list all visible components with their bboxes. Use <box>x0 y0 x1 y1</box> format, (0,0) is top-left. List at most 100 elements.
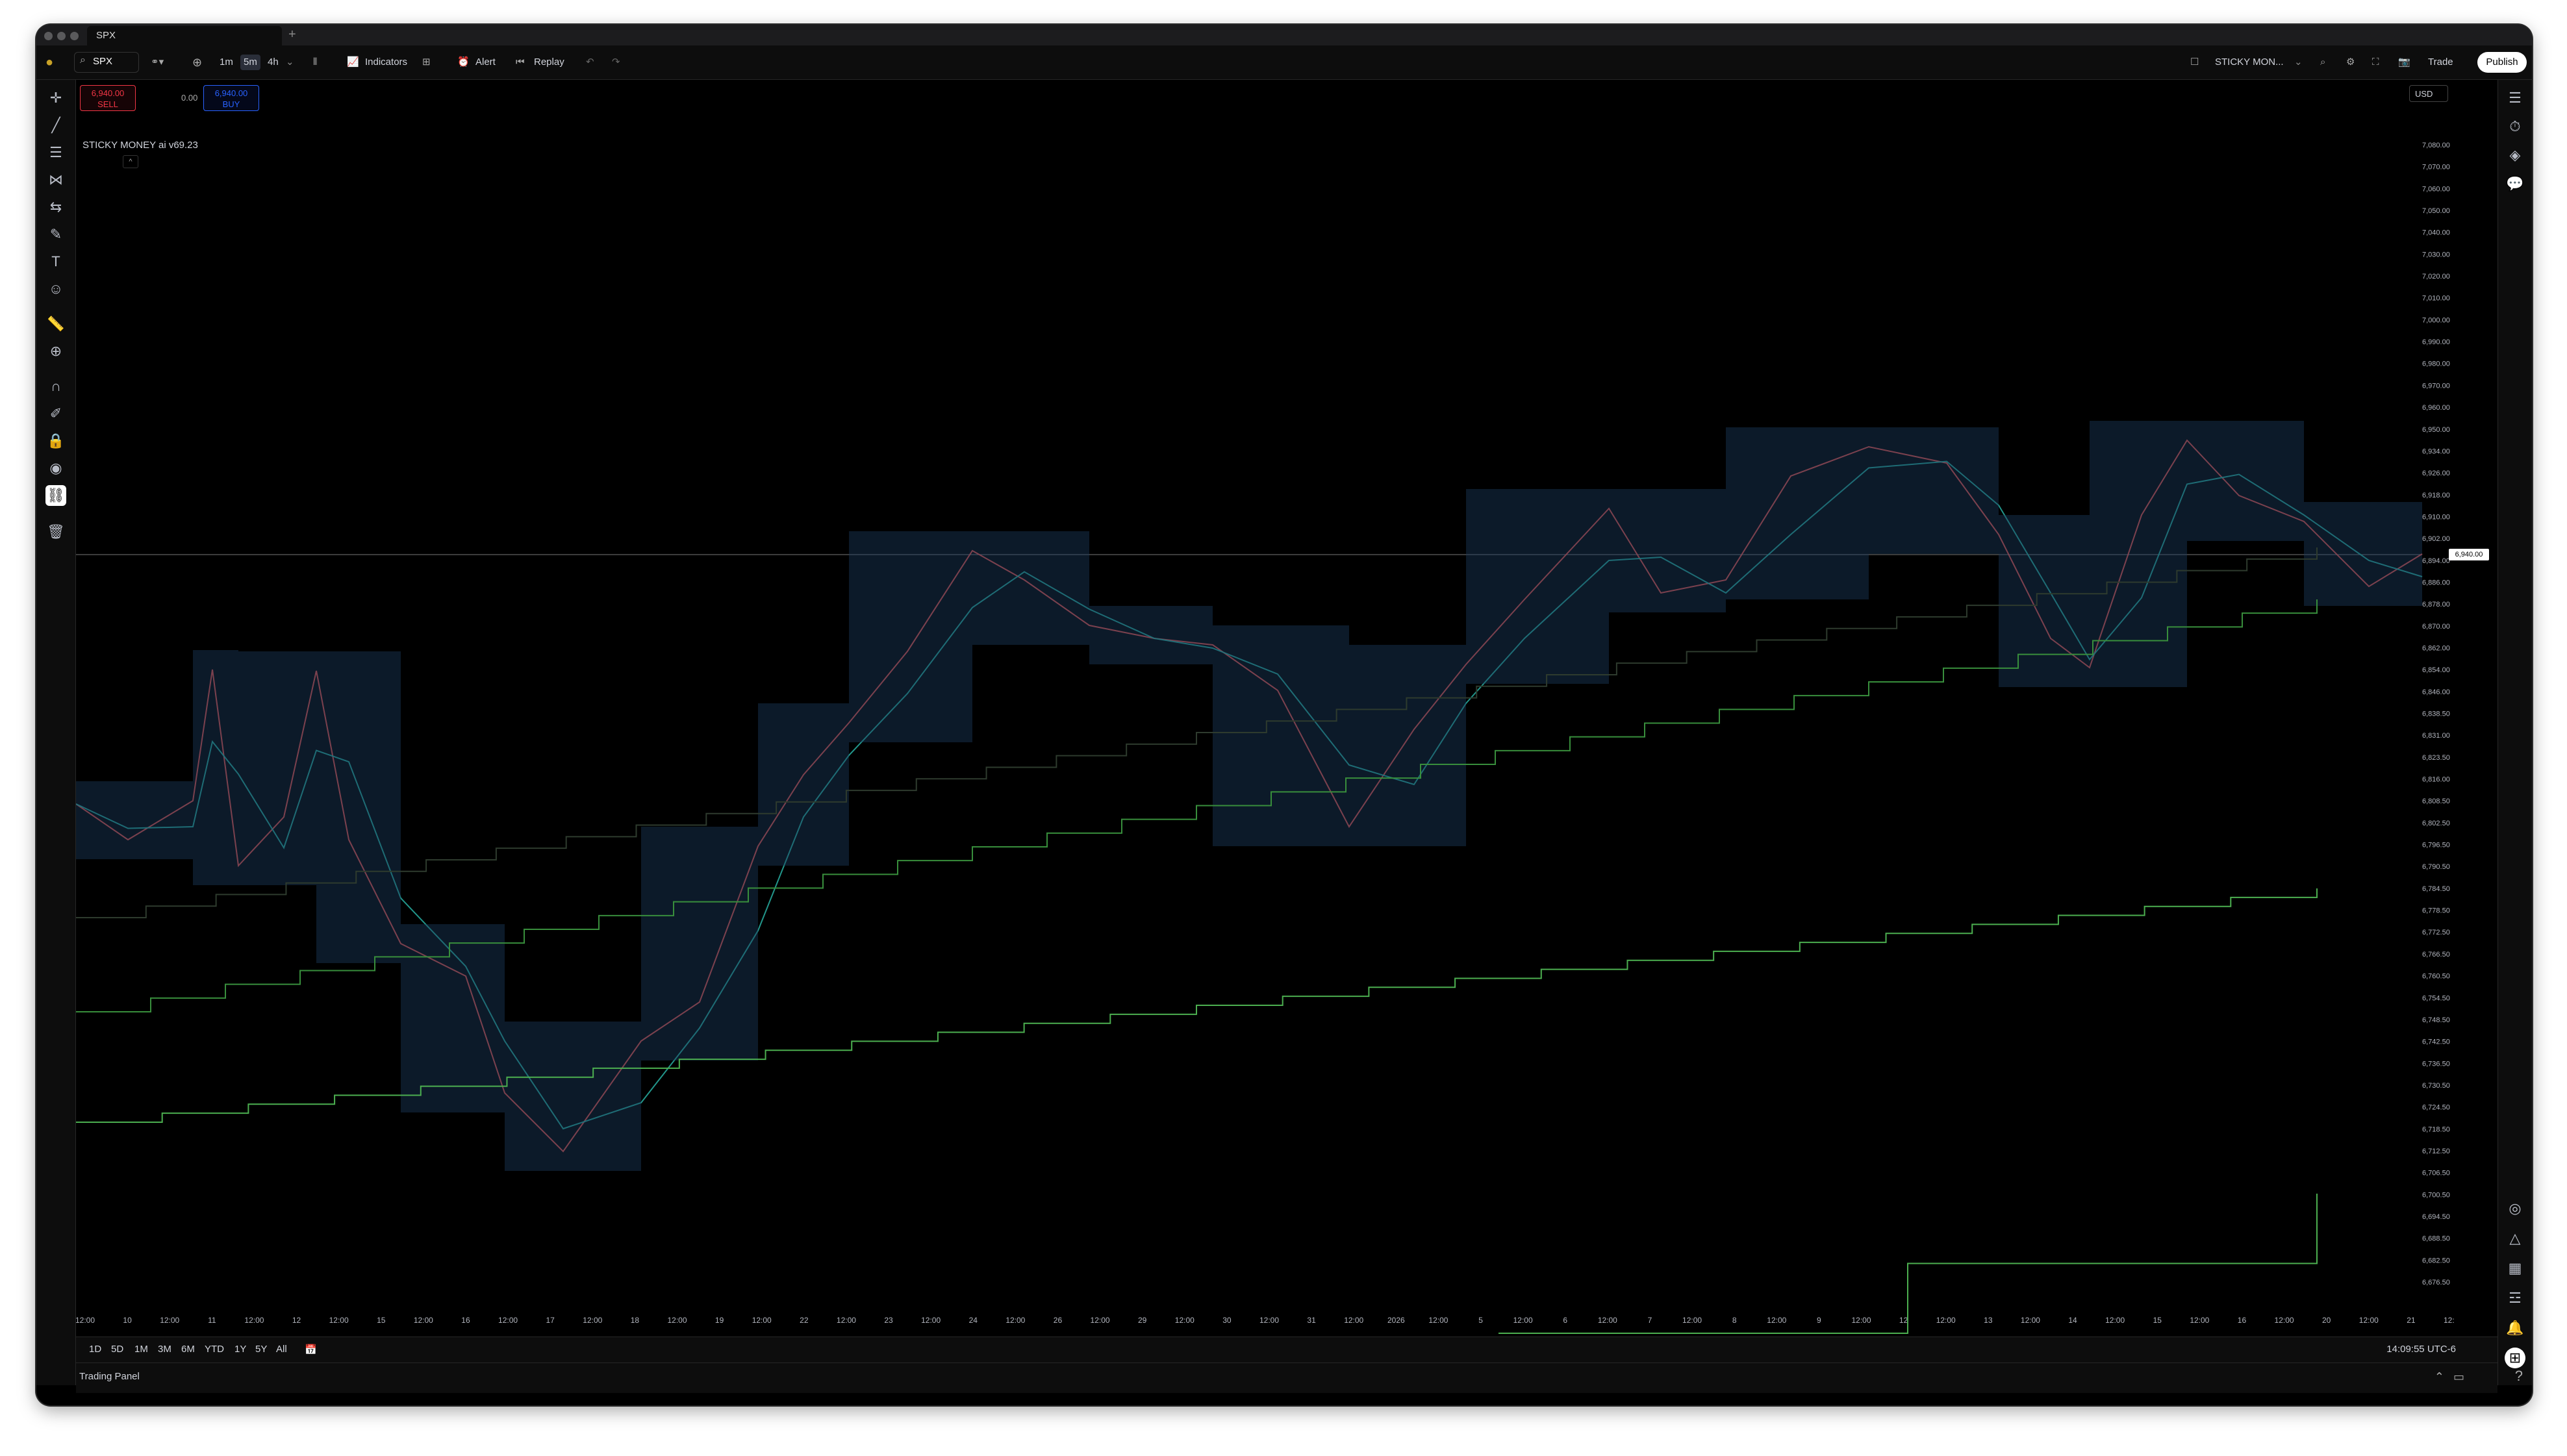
indicator-legend[interactable]: STICKY MONEY ai v69.23 <box>82 140 198 151</box>
range-all[interactable]: All <box>276 1344 287 1355</box>
top-toolbar: ● ⌕ SPX ⚭▾ ⊕ 1m 5m 4h ⌄ ⫴ 📈 Indicators ⊞… <box>36 45 2532 80</box>
forecast-icon[interactable]: ⇆ <box>45 197 66 218</box>
ruler-icon[interactable]: 📏 <box>45 314 66 334</box>
timeframe-4h[interactable]: 4h <box>268 55 279 70</box>
time-label: 10 <box>123 1316 132 1325</box>
layout-chevron-icon[interactable]: ⌄ <box>2294 55 2303 70</box>
range-5y[interactable]: 5Y <box>255 1344 267 1355</box>
layout-checkbox-icon[interactable]: ☐ <box>2190 55 2199 70</box>
trading-panel-label[interactable]: Trading Panel <box>79 1371 140 1382</box>
price-label: 6,778.50 <box>2422 907 2450 915</box>
right-sidebar: ☰ ⏱ ◈ 💬 ◎ △ ▦ ☲ 🔔 ⊞ <box>2497 80 2532 1385</box>
undo-icon[interactable]: ↶ <box>586 55 594 70</box>
help-icon[interactable]: ? <box>2515 1368 2523 1385</box>
trade-button[interactable]: Trade <box>2428 55 2453 70</box>
range-1d[interactable]: 1D <box>89 1344 101 1355</box>
panel-maximize-icon[interactable]: ▭ <box>2453 1370 2473 1383</box>
chat-icon[interactable]: 💬 <box>2505 173 2525 194</box>
price-label: 6,846.00 <box>2422 688 2450 696</box>
timeframe-1m[interactable]: 1m <box>220 55 233 70</box>
session-box <box>2187 421 2304 541</box>
trading-panel-bar <box>76 1362 2497 1393</box>
panel-controls[interactable]: ⌃▭ <box>2434 1370 2473 1384</box>
indicators-button[interactable]: Indicators <box>365 55 407 70</box>
layout-name[interactable]: STICKY MON... <box>2215 55 2284 70</box>
lock-drawings-icon[interactable]: ✐ <box>45 403 66 424</box>
range-1m[interactable]: 1M <box>134 1344 148 1355</box>
alert-button[interactable]: Alert <box>475 55 496 70</box>
avatar[interactable]: ● <box>45 55 53 70</box>
calendar-icon[interactable]: ▦ <box>2505 1258 2525 1279</box>
emoji-icon[interactable]: ☺ <box>45 279 66 299</box>
crosshair-icon[interactable]: ✛ <box>45 88 66 108</box>
legend-collapse-button[interactable]: ^ <box>123 155 138 168</box>
time-label: 12:00 <box>837 1316 856 1325</box>
trend-line-icon[interactable]: ╱ <box>45 115 66 136</box>
compare-icon[interactable]: ⚭▾ <box>151 55 164 70</box>
ideas-icon[interactable]: △ <box>2505 1228 2525 1249</box>
chart-area[interactable]: 7,080.00 7,070.00 7,060.00 7,050.00 7,040.00… <box>76 80 2455 1357</box>
session-box <box>76 781 193 859</box>
text-icon[interactable]: T <box>45 251 66 272</box>
minimize-dot-icon[interactable] <box>57 32 66 40</box>
symbol-search[interactable]: ⌕ SPX <box>74 52 139 73</box>
add-symbol-icon[interactable]: ⊕ <box>192 55 202 70</box>
chevron-down-icon[interactable]: ⌄ <box>286 55 294 70</box>
eye-icon[interactable]: ◉ <box>45 458 66 479</box>
browser-tab[interactable]: SPX <box>87 26 282 45</box>
session-box <box>1869 427 1999 554</box>
trash-icon[interactable]: 🗑 <box>45 521 66 542</box>
notifications-icon[interactable]: 🔔 <box>2505 1318 2525 1338</box>
chart-canvas[interactable]: 7,080.00 7,070.00 7,060.00 7,050.00 7,040.00… <box>76 80 2455 1337</box>
camera-icon[interactable]: 📷 <box>2398 55 2410 70</box>
close-dot-icon[interactable] <box>44 32 53 40</box>
maximize-dot-icon[interactable] <box>70 32 79 40</box>
time-label: 12:00 <box>160 1316 179 1325</box>
session-box <box>2090 421 2187 687</box>
clock[interactable]: 14:09:55 UTC-6 <box>2386 1344 2456 1355</box>
link-icon[interactable]: ⛓ <box>45 485 66 506</box>
session-box <box>193 650 238 885</box>
range-3m[interactable]: 3M <box>158 1344 171 1355</box>
new-tab-button[interactable]: + <box>288 27 296 42</box>
layers-icon[interactable]: ◈ <box>2505 145 2525 166</box>
bar-style-icon[interactable]: ⫴ <box>313 55 317 70</box>
gear-icon[interactable]: ⚙ <box>2346 55 2355 70</box>
panel-collapse-icon[interactable]: ⌃ <box>2434 1370 2453 1383</box>
pattern-icon[interactable]: ⋈ <box>45 169 66 190</box>
date-range-icon[interactable]: 📅 <box>305 1344 317 1355</box>
range-5d[interactable]: 5D <box>111 1344 123 1355</box>
news-icon[interactable]: ☲ <box>2505 1288 2525 1309</box>
templates-icon[interactable]: ⊞ <box>422 55 431 70</box>
price-label: 6,870.00 <box>2422 623 2450 631</box>
publish-button[interactable]: Publish <box>2477 52 2527 73</box>
alerts-icon[interactable]: ⏱ <box>2505 116 2525 137</box>
time-label: 6 <box>1563 1316 1567 1325</box>
price-label: 6,682.50 <box>2422 1257 2450 1264</box>
time-label: 30 <box>1222 1316 1232 1325</box>
redo-icon[interactable]: ↷ <box>612 55 620 70</box>
session-box <box>238 651 316 885</box>
target-icon[interactable]: ◎ <box>2505 1198 2525 1219</box>
range-6m[interactable]: 6M <box>181 1344 195 1355</box>
grid-icon[interactable]: ⊞ <box>2505 1348 2525 1368</box>
fullscreen-icon[interactable]: ⛶ <box>2372 55 2379 70</box>
watchlist-icon[interactable]: ☰ <box>2505 88 2525 108</box>
fib-icon[interactable]: ☰ <box>45 142 66 163</box>
time-label: 12:00 <box>1936 1316 1956 1325</box>
range-ytd[interactable]: YTD <box>205 1344 224 1355</box>
replay-button[interactable]: Replay <box>534 55 564 70</box>
sell-button[interactable]: 6,940.00 SELL <box>80 85 136 111</box>
time-label: 14 <box>2068 1316 2077 1325</box>
currency-select[interactable]: USD <box>2409 85 2448 102</box>
magnet-icon[interactable]: ∩ <box>45 376 66 397</box>
quick-search-icon[interactable]: ⌕ <box>2320 55 2325 70</box>
brush-icon[interactable]: ✎ <box>45 224 66 245</box>
lock-icon[interactable]: 🔒 <box>45 431 66 451</box>
zoom-in-icon[interactable]: ⊕ <box>45 341 66 362</box>
time-label: 12:00 <box>1682 1316 1702 1325</box>
range-1y[interactable]: 1Y <box>234 1344 246 1355</box>
timeframe-5m[interactable]: 5m <box>240 55 260 70</box>
title-bar: SPX + <box>36 25 2532 45</box>
buy-button[interactable]: 6,940.00 BUY <box>203 85 259 111</box>
